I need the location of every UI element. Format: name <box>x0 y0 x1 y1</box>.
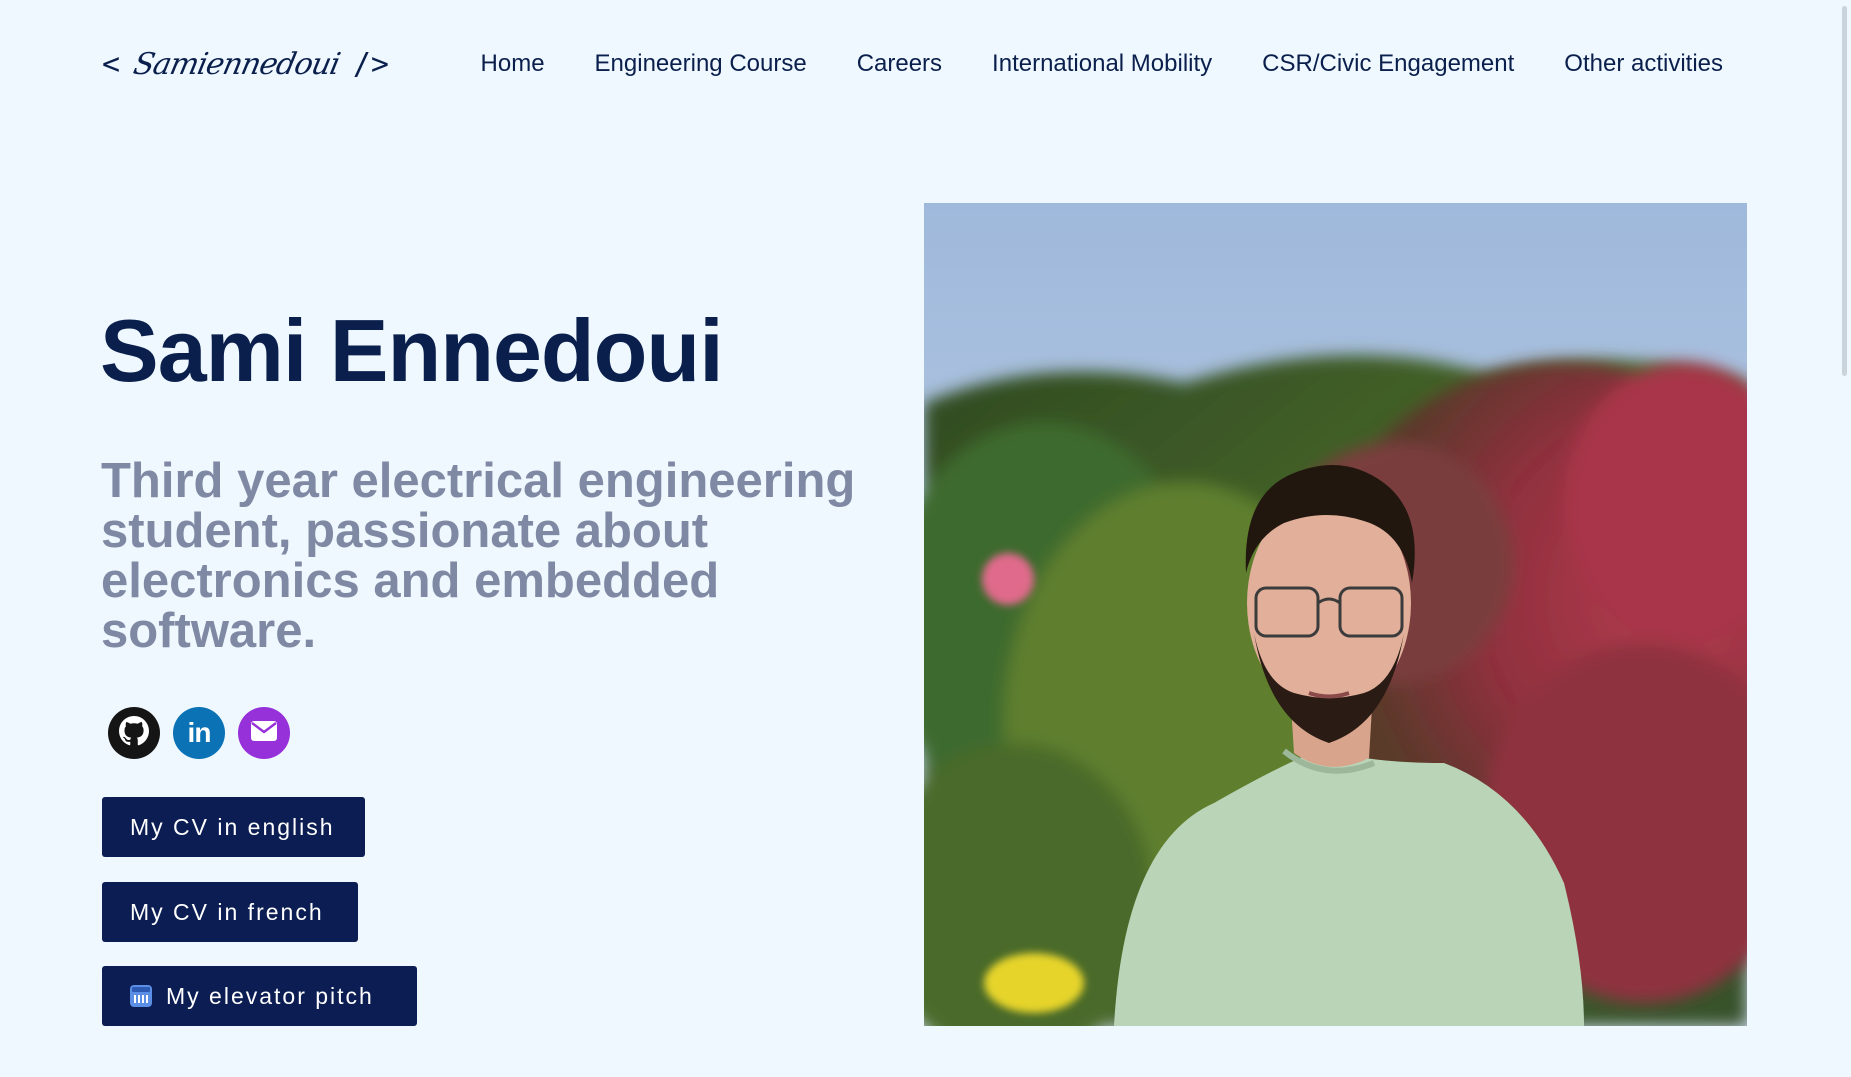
nav-link-international-mobility[interactable]: International Mobility <box>992 50 1212 77</box>
cv-english-label: My CV in english <box>130 813 335 840</box>
cv-english-button[interactable]: My CV in english <box>102 797 365 857</box>
calendar-icon <box>130 985 152 1007</box>
logo-open-bracket: < <box>102 46 121 82</box>
hero-tagline: Third year electrical engineering studen… <box>101 454 856 658</box>
scrollbar-thumb[interactable] <box>1842 6 1847 376</box>
linkedin-icon: in <box>187 717 212 748</box>
social-links: in <box>108 707 290 759</box>
linkedin-link[interactable]: in <box>173 707 225 759</box>
nav-item-csr-civic-engagement: CSR/Civic Engagement <box>1262 50 1514 78</box>
github-link[interactable] <box>108 707 160 759</box>
nav-link-other-activities[interactable]: Other activities <box>1564 50 1723 77</box>
nav-link-home[interactable]: Home <box>481 50 545 77</box>
nav-item-other-activities: Other activities <box>1564 50 1723 78</box>
nav-item-engineering-course: Engineering Course <box>595 50 807 78</box>
page: < Samiennedoui /> Home Engineering Cours… <box>0 0 1851 1077</box>
nav-item-home: Home <box>481 50 545 78</box>
elevator-pitch-label: My elevator pitch <box>166 982 374 1009</box>
github-icon <box>119 715 149 751</box>
main-nav: Home Engineering Course Careers Internat… <box>481 50 1723 78</box>
nav-item-international-mobility: International Mobility <box>992 50 1212 78</box>
elevator-pitch-button[interactable]: My elevator pitch <box>102 966 417 1026</box>
nav-link-careers[interactable]: Careers <box>857 50 942 77</box>
cv-french-label: My CV in french <box>130 898 324 925</box>
logo-signature: Samiennedoui <box>130 46 343 82</box>
profile-photo <box>924 203 1747 1026</box>
site-logo[interactable]: < Samiennedoui /> <box>102 38 389 90</box>
cv-french-button[interactable]: My CV in french <box>102 882 358 942</box>
page-scrollbar[interactable] <box>1835 0 1851 1077</box>
email-link[interactable] <box>238 707 290 759</box>
logo-close-bracket: /> <box>352 46 389 82</box>
hero-name: Sami Ennedoui <box>100 301 724 400</box>
envelope-icon <box>250 720 278 747</box>
nav-link-engineering-course[interactable]: Engineering Course <box>595 50 807 77</box>
nav-link-csr-civic-engagement[interactable]: CSR/Civic Engagement <box>1262 50 1514 77</box>
nav-item-careers: Careers <box>857 50 942 78</box>
